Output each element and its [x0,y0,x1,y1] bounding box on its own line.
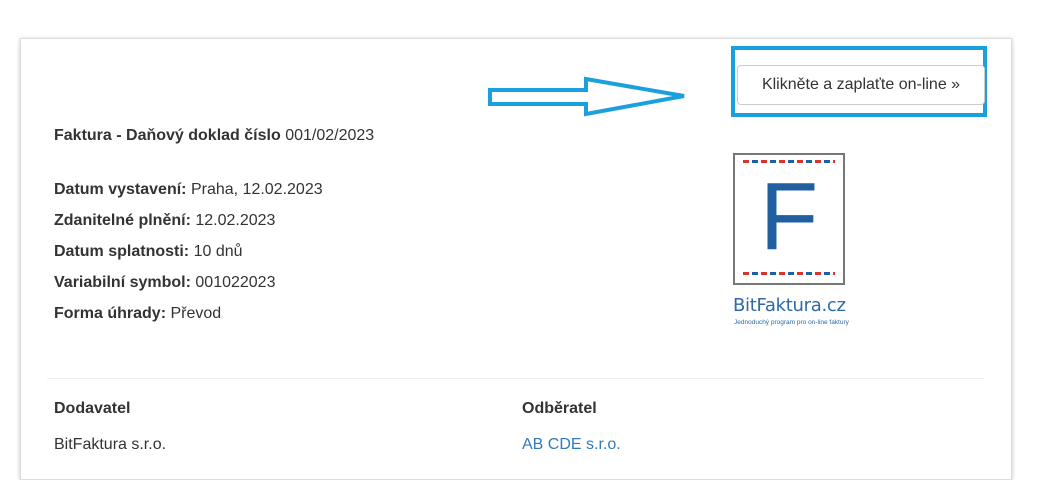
meta-value: Převod [170,305,222,322]
logo-frame: F [733,153,845,285]
invoice-title: Faktura - Daňový doklad číslo 001/02/202… [54,127,374,145]
meta-row-variable-symbol: Variabilní symbol: 001022023 [54,273,323,304]
meta-value: Praha, 12.02.2023 [190,181,323,198]
invoice-title-label: Faktura - Daňový doklad číslo [54,127,281,144]
meta-label: Datum vystavení: [54,181,187,198]
meta-row-due-date: Datum splatnosti: 10 dnů [54,242,323,273]
logo-letter: F [759,163,819,270]
meta-row-taxable-date: Zdanitelné plnění: 12.02.2023 [54,211,323,242]
meta-label: Forma úhrady: [54,305,167,322]
invoice-number: 001/02/2023 [285,127,375,144]
logo-tagline: Jednoduchý program pro on-line faktury [734,319,849,326]
pay-online-button[interactable]: Klikněte a zaplaťte on-line » [737,65,985,105]
meta-value: 001022023 [195,274,276,291]
arrow-right-icon [488,76,685,117]
supplier-heading: Dodavatel [54,400,131,417]
meta-label: Zdanitelné plnění: [54,212,191,229]
meta-label: Datum splatnosti: [54,243,190,260]
customer-name-link[interactable]: AB CDE s.r.o. [522,436,621,454]
logo-stripe-bottom [743,272,835,275]
meta-row-issue-date: Datum vystavení: Praha, 12.02.2023 [54,180,323,211]
invoice-meta: Datum vystavení: Praha, 12.02.2023 Zdani… [54,180,323,335]
logo-name: BitFaktura.cz [733,295,846,316]
customer-heading: Odběratel [522,400,597,417]
supplier-name: BitFaktura s.r.o. [54,436,167,453]
bitfaktura-logo: F [733,153,845,285]
section-divider [47,378,984,379]
meta-value: 10 dnů [193,243,243,260]
meta-value: 12.02.2023 [195,212,276,229]
meta-row-payment-method: Forma úhrady: Převod [54,304,323,335]
meta-label: Variabilní symbol: [54,274,191,291]
